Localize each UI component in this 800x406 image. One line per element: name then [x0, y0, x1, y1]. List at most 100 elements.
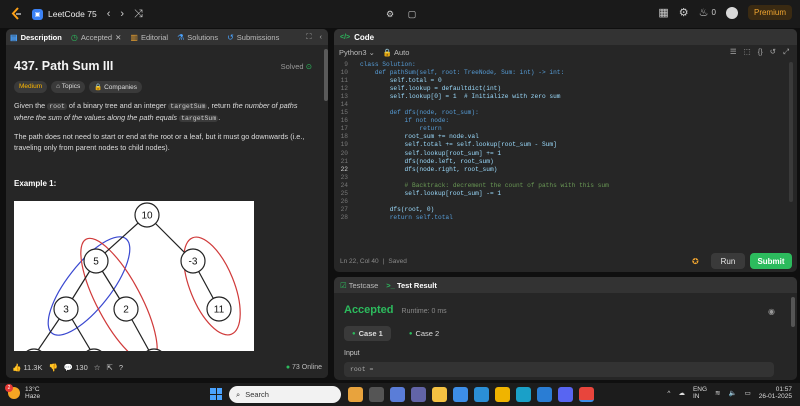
problem-title[interactable]: 437. Path Sum III	[14, 59, 320, 73]
search-highlight-icon[interactable]	[348, 387, 363, 402]
code-line[interactable]: 12 self.lookup = defaultdict(int)	[334, 84, 797, 92]
text-span: .	[218, 113, 221, 122]
app-icon[interactable]	[474, 387, 489, 402]
expand-icon[interactable]: ⤢	[783, 47, 789, 57]
topics-chip[interactable]: ⌂ Topics	[51, 81, 86, 93]
language-select[interactable]: Python3 ⌄	[339, 48, 375, 57]
folder-icon[interactable]	[495, 387, 510, 402]
code-line[interactable]: 26	[334, 198, 797, 206]
chevron-down-icon: ⌄	[368, 47, 375, 57]
code-line[interactable]: 23	[334, 173, 797, 181]
tab-submissions[interactable]: ↺ Submissions	[227, 33, 279, 42]
editor-scrollbar[interactable]	[789, 62, 793, 202]
tab-accepted[interactable]: ◷ Accepted ✕	[71, 33, 122, 42]
code-text: def pathSum(self, root: TreeNode, Sum: i…	[360, 68, 565, 76]
shuffle-icon[interactable]: ⤨	[134, 8, 143, 21]
cloud-icon[interactable]: ☁	[678, 390, 685, 397]
like-button[interactable]: 👍 11.3K	[12, 363, 42, 372]
language-indicator[interactable]: ENG IN	[693, 386, 707, 400]
code-line[interactable]: 21 dfs(node.left, root_sum)	[334, 157, 797, 165]
code-line[interactable]: 17 return	[334, 125, 797, 133]
hint-bulb-icon[interactable]: ✪	[692, 257, 699, 266]
code-line[interactable]: 24 # Backtrack: decrement the count of p…	[334, 181, 797, 189]
star-icon[interactable]: ☆	[94, 363, 101, 372]
settings-gear-icon[interactable]: ⚙	[679, 6, 689, 19]
debug-icon[interactable]: ⚙	[382, 6, 398, 22]
edge-icon[interactable]	[516, 387, 531, 402]
code-line[interactable]: 18 root_sum += node.val	[334, 133, 797, 141]
battery-icon[interactable]: ▭	[745, 390, 751, 397]
case-2-tab[interactable]: ● Case 2	[401, 326, 447, 341]
dislike-icon[interactable]: 👎	[48, 363, 57, 372]
vscode-icon[interactable]	[537, 387, 552, 402]
online-label: 73 Online	[292, 363, 322, 371]
auto-toggle[interactable]: 🔒 Auto	[383, 48, 409, 57]
code-line[interactable]: 19 self.total += self.lookup[root_sum - …	[334, 141, 797, 149]
next-problem-icon[interactable]: ›	[120, 8, 124, 20]
line-number: 28	[340, 214, 348, 222]
comments-button[interactable]: 💬 130	[64, 363, 88, 372]
code-text: def dfs(node, root_sum):	[360, 109, 479, 117]
streak-button[interactable]: ♨ 0	[699, 6, 716, 19]
volume-icon[interactable]: 🔈	[729, 390, 737, 397]
layout-icon[interactable]: ▦	[658, 6, 668, 19]
case-1-tab[interactable]: ● Case 1	[344, 326, 391, 341]
code-editor[interactable]: 9 class Solution: 10 def pathSum(self, roo…	[334, 60, 797, 250]
case-tabs: ● Case 1 ● Case 2	[344, 326, 447, 341]
scroll-thumb[interactable]	[324, 49, 328, 101]
wifi-icon[interactable]: ≋	[715, 390, 720, 397]
format-icon[interactable]: ☰	[730, 47, 737, 57]
chevron-up-icon[interactable]: ^	[667, 390, 670, 397]
code-line[interactable]: 20 self.lookup[root_sum] += 1	[334, 149, 797, 157]
eye-icon[interactable]: ◉	[768, 307, 775, 316]
tab-description[interactable]: ▤ Description	[10, 33, 62, 42]
braces-icon[interactable]: {}	[758, 47, 763, 57]
collapse-icon[interactable]: ‹	[320, 32, 323, 42]
problem-list-button[interactable]: ▣ LeetCode 75	[32, 8, 97, 20]
code-line[interactable]: 14	[334, 100, 797, 108]
widgets-icon[interactable]	[390, 387, 405, 402]
code-line[interactable]: 25 self.lookup[root_sum] -= 1	[334, 190, 797, 198]
description-scrollbar[interactable]	[324, 45, 328, 378]
code-line[interactable]: 27 dfs(root, 0)	[334, 206, 797, 214]
chrome-icon[interactable]	[579, 387, 594, 402]
premium-button[interactable]: Premium	[747, 5, 792, 20]
tab-solutions[interactable]: ⚗ Solutions	[177, 33, 218, 42]
reset-icon[interactable]: ↺	[770, 47, 776, 57]
tab-test-result[interactable]: >_ Test Result	[386, 281, 437, 290]
clock[interactable]: 01:57 26-01-2025	[759, 386, 792, 400]
leetcode-logo-icon[interactable]	[10, 7, 22, 21]
taskbar-search[interactable]: ⌕ Search	[229, 386, 341, 403]
code-line[interactable]: 15 def dfs(node, root_sum):	[334, 109, 797, 117]
maximize-icon[interactable]: ⛶	[306, 32, 311, 42]
weather-widget[interactable]: 2 13°C Haze	[5, 384, 40, 400]
teams-icon[interactable]	[411, 387, 426, 402]
file-explorer-icon[interactable]	[432, 387, 447, 402]
discord-icon[interactable]	[558, 387, 573, 402]
code-line[interactable]: 22 dfs(node.right, root_sum)	[334, 165, 797, 173]
result-panel: ☑ Testcase >_ Test Result Accepted Runti…	[334, 277, 797, 380]
bookmark-icon[interactable]: ⬚	[744, 47, 751, 57]
code-line[interactable]: 11 self.total = 0	[334, 76, 797, 84]
share-icon[interactable]: ⇱	[107, 363, 113, 372]
companies-chip[interactable]: 🔒 Companies	[89, 81, 142, 93]
code-line[interactable]: 9 class Solution:	[334, 60, 797, 68]
store-icon[interactable]	[453, 387, 468, 402]
avatar[interactable]	[725, 6, 738, 19]
prev-problem-icon[interactable]: ‹	[107, 8, 111, 20]
help-icon[interactable]: ?	[119, 363, 123, 372]
solved-label: Solved	[280, 62, 304, 71]
code-line[interactable]: 13 self.lookup[0] = 1 # Initialize with …	[334, 92, 797, 100]
run-button[interactable]: Run	[711, 253, 745, 269]
tab-testcase[interactable]: ☑ Testcase	[340, 281, 378, 290]
code-line[interactable]: 10 def pathSum(self, root: TreeNode, Sum…	[334, 68, 797, 76]
windows-start-icon[interactable]	[210, 388, 222, 400]
task-view-icon[interactable]	[369, 387, 384, 402]
notes-icon[interactable]: ▢	[404, 6, 420, 22]
code-line[interactable]: 28 return self.total	[334, 214, 797, 222]
tab-editorial[interactable]: ▥ Editorial	[130, 33, 168, 42]
code-line[interactable]: 16 if not node:	[334, 117, 797, 125]
close-icon[interactable]: ✕	[115, 33, 121, 42]
result-scrollbar[interactable]	[791, 297, 795, 327]
submit-button[interactable]: Submit	[750, 253, 792, 269]
